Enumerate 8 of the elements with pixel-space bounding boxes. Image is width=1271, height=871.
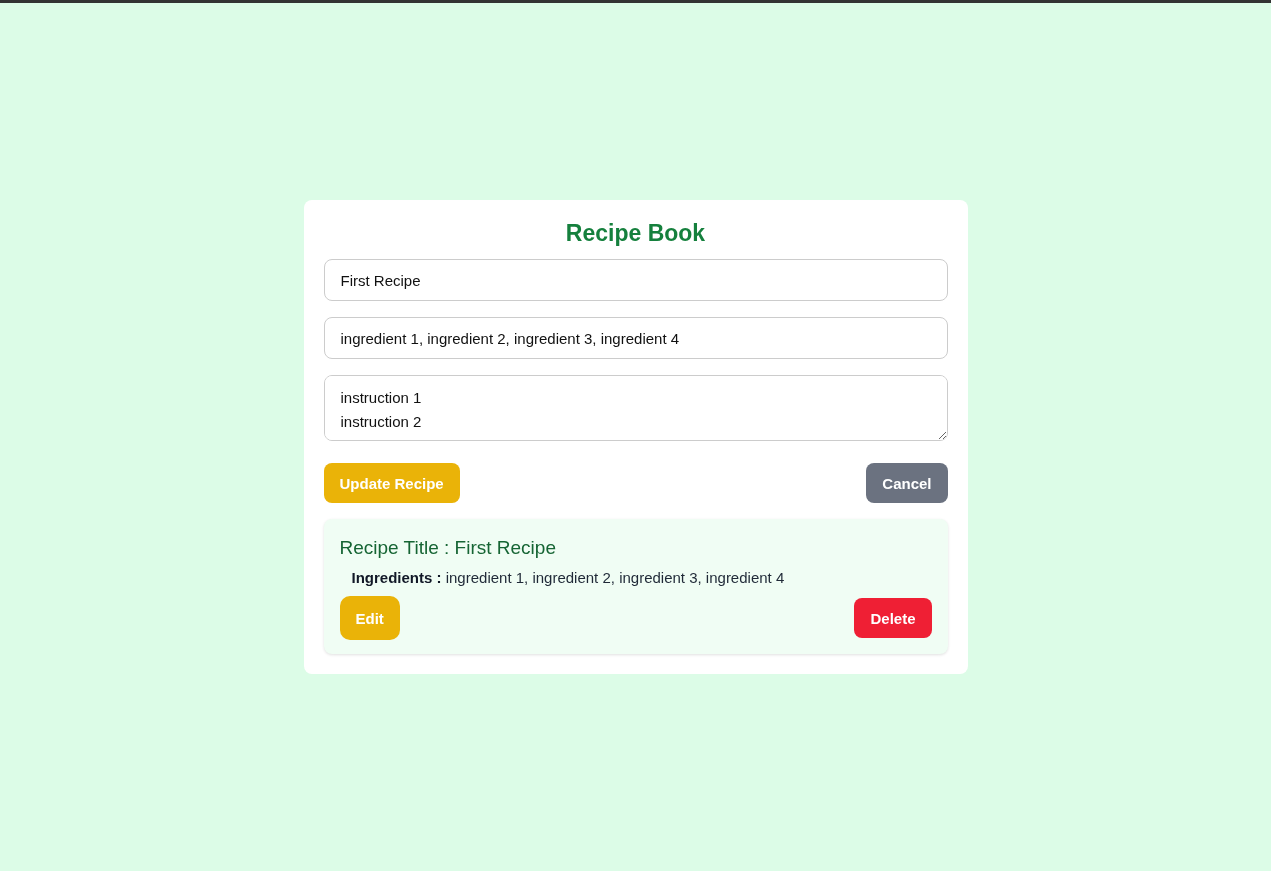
title-input[interactable]: First Recipe (323, 259, 948, 301)
delete-button[interactable]: Delete (854, 598, 932, 638)
page-title: Recipe Book (564, 220, 707, 247)
cancel-button[interactable]: Cancel (866, 463, 948, 503)
ingredients-input[interactable]: ingredient 1, ingredient 2, ingredient 3, ingredient 4 (323, 317, 948, 359)
ingredients-text: Ingredients : ingredient 1, ingredient 2, ingredient 3, ingredient 4 (350, 569, 786, 586)
instructions-textarea[interactable]: instruction 1 instruction 2 (323, 375, 948, 441)
recipe-title: Recipe Title : First Recipe (339, 537, 557, 559)
